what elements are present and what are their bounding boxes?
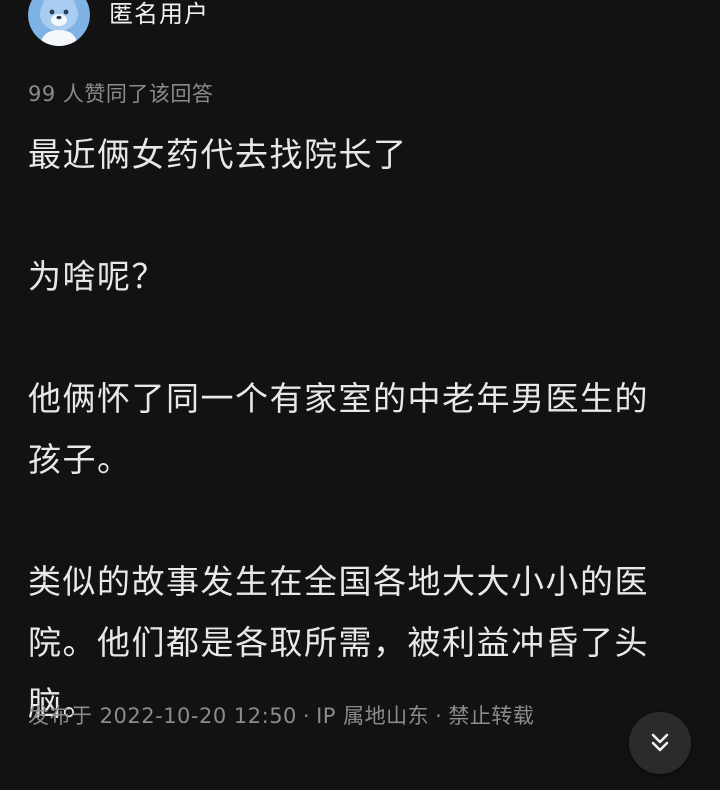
anonymous-avatar-icon (28, 0, 90, 46)
ip-location: IP 属地山东 (316, 704, 430, 728)
publish-time: 发布于 2022-10-20 12:50 (28, 704, 297, 728)
answer-paragraph: 最近俩女药代去找院长了 (28, 135, 408, 174)
vote-count: 99 人赞同了该回答 (28, 82, 214, 106)
author-header: 匿名用户 (28, 0, 209, 52)
copyright-notice: 禁止转载 (448, 704, 535, 728)
answer-paragraph: 他俩怀了同一个有家室的中老年男医生的孩子。 (28, 379, 649, 479)
meta-separator: · (435, 704, 443, 728)
scroll-down-button[interactable] (629, 712, 691, 774)
answer-content: 最近俩女药代去找院长了 为啥呢？ 他俩怀了同一个有家室的中老年男医生的孩子。 类… (28, 124, 678, 734)
author-name[interactable]: 匿名用户 (109, 0, 209, 29)
answer-paragraph: 为啥呢？ (28, 257, 166, 296)
answer-meta: 发布于 2022-10-20 12:50 · IP 属地山东 · 禁止转载 (28, 700, 534, 730)
author-avatar[interactable] (28, 0, 90, 46)
double-chevron-down-icon (651, 733, 669, 752)
meta-separator: · (302, 704, 311, 728)
